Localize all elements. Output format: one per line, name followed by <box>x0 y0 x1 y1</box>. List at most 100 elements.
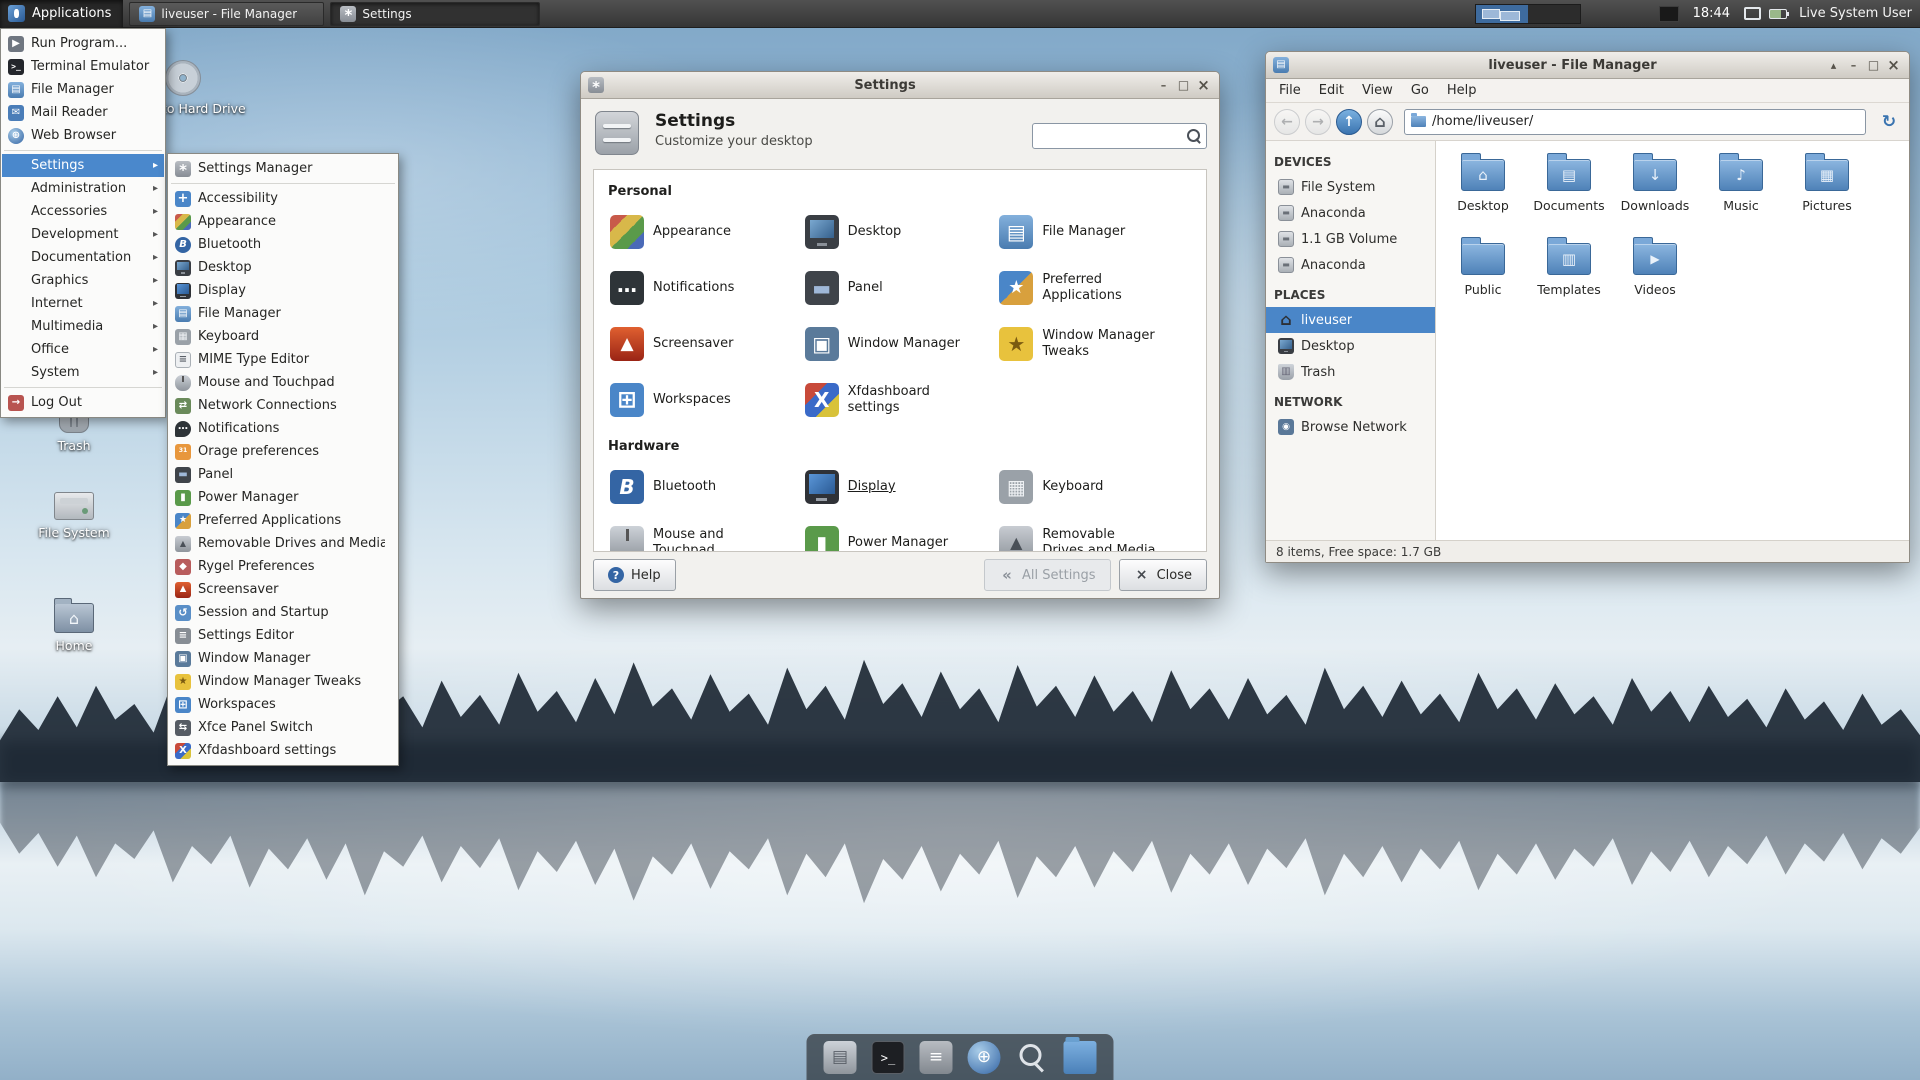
settings-submenu-item[interactable]: Workspaces <box>169 693 397 716</box>
folder-item[interactable]: Desktop <box>1441 153 1525 237</box>
applications-menu-item[interactable]: Terminal Emulator <box>2 55 164 78</box>
sidebar-item[interactable]: Anaconda <box>1266 200 1435 226</box>
applications-menu-item[interactable]: System ▸ <box>2 361 164 384</box>
help-button[interactable]: Help <box>593 559 676 591</box>
settings-submenu-item[interactable]: Rygel Preferences <box>169 555 397 578</box>
settings-submenu-item[interactable]: Screensaver <box>169 578 397 601</box>
applications-menu-item[interactable] <box>2 384 164 391</box>
settings-tile[interactable]: Desktop <box>803 209 998 255</box>
file-manager-titlebar[interactable]: liveuser - File Manager <box>1266 52 1909 79</box>
folder-item[interactable]: Downloads <box>1613 153 1697 237</box>
applications-menu-item[interactable]: Run Program... <box>2 32 164 55</box>
workspace-1[interactable] <box>1475 4 1528 23</box>
menu-bar-item[interactable]: View <box>1353 80 1402 101</box>
folder-item[interactable]: Public <box>1441 237 1525 321</box>
clock[interactable]: 18:44 <box>1693 6 1730 21</box>
applications-menu-item[interactable]: Office ▸ <box>2 338 164 361</box>
sidebar-item[interactable]: Anaconda <box>1266 252 1435 278</box>
applications-menu-item[interactable]: Internet ▸ <box>2 292 164 315</box>
desktop-icon-file-system[interactable]: File System <box>28 484 120 541</box>
settings-submenu-item[interactable]: Desktop <box>169 256 397 279</box>
settings-tile[interactable]: File Manager <box>997 209 1192 255</box>
applications-menu-item[interactable]: Graphics ▸ <box>2 269 164 292</box>
settings-window-titlebar[interactable]: Settings <box>581 72 1219 99</box>
settings-submenu-item[interactable]: File Manager <box>169 302 397 325</box>
sidebar-item[interactable]: liveuser <box>1266 307 1435 333</box>
taskbar-window-file-manager[interactable]: liveuser - File Manager <box>129 1 325 26</box>
folder-item[interactable]: Videos <box>1613 237 1697 321</box>
applications-menu-item[interactable] <box>2 147 164 154</box>
dock-launcher-terminal[interactable] <box>871 1041 905 1074</box>
menu-bar-item[interactable]: Go <box>1402 80 1438 101</box>
workspace-2[interactable] <box>1527 4 1580 23</box>
close-icon[interactable] <box>1885 57 1902 74</box>
tray-icon[interactable] <box>1658 5 1679 22</box>
forward-button[interactable] <box>1305 108 1331 135</box>
battery-status-icon[interactable] <box>1769 8 1790 19</box>
settings-submenu-item[interactable]: Window Manager Tweaks <box>169 670 397 693</box>
settings-tile[interactable]: Removable Drives and Media <box>997 520 1192 551</box>
dock-launcher-web-browser[interactable] <box>967 1041 1001 1074</box>
settings-tile[interactable]: Workspaces <box>608 377 803 423</box>
close-button[interactable]: Close <box>1118 559 1207 591</box>
sidebar-item[interactable]: 1.1 GB Volume <box>1266 226 1435 252</box>
display-status-icon[interactable] <box>1744 7 1762 20</box>
sidebar-item[interactable]: Browse Network <box>1266 414 1435 440</box>
applications-menu-item[interactable]: File Manager <box>2 78 164 101</box>
settings-tile[interactable]: Window Manager <box>803 321 998 367</box>
applications-menu-item[interactable]: Settings ▸ <box>2 154 164 177</box>
settings-submenu-item[interactable] <box>169 180 397 187</box>
maximize-icon[interactable] <box>1865 57 1882 74</box>
dock-launcher-app-finder[interactable] <box>1016 1041 1049 1074</box>
settings-tile[interactable]: Power Manager <box>803 520 998 551</box>
settings-submenu-item[interactable]: Accessibility <box>169 187 397 210</box>
settings-tile[interactable]: Bluetooth <box>608 464 803 510</box>
sidebar-item[interactable]: Trash <box>1266 359 1435 385</box>
minimize-icon[interactable] <box>1155 77 1172 94</box>
settings-submenu-item[interactable]: Display <box>169 279 397 302</box>
settings-submenu-item[interactable]: Window Manager <box>169 647 397 670</box>
folder-item[interactable]: Documents <box>1527 153 1611 237</box>
settings-submenu-item[interactable]: MIME Type Editor <box>169 348 397 371</box>
applications-menu-item[interactable]: Mail Reader <box>2 101 164 124</box>
applications-menu-button[interactable]: Applications <box>0 0 124 28</box>
settings-submenu-item[interactable]: Panel <box>169 463 397 486</box>
sidebar-item[interactable]: Desktop <box>1266 333 1435 359</box>
search-icon[interactable] <box>1186 128 1202 144</box>
maximize-icon[interactable] <box>1175 77 1192 94</box>
search-input[interactable] <box>1041 128 1186 144</box>
menu-bar-item[interactable]: Help <box>1438 80 1486 101</box>
settings-tile[interactable]: Xfdashboard settings <box>803 377 998 423</box>
settings-tile[interactable]: Window Manager Tweaks <box>997 321 1192 367</box>
applications-menu-item[interactable]: Log Out <box>2 391 164 414</box>
settings-submenu-item[interactable]: Network Connections <box>169 394 397 417</box>
settings-submenu-item[interactable]: Orage preferences <box>169 440 397 463</box>
settings-submenu-item[interactable]: Removable Drives and Media <box>169 532 397 555</box>
all-settings-button[interactable]: All Settings <box>984 559 1111 591</box>
settings-submenu-item[interactable]: Keyboard <box>169 325 397 348</box>
folder-item[interactable]: Music <box>1699 153 1783 237</box>
applications-menu-item[interactable]: Web Browser <box>2 124 164 147</box>
dock-launcher-text-editor[interactable] <box>919 1041 953 1074</box>
settings-submenu-item[interactable]: Xfce Panel Switch <box>169 716 397 739</box>
applications-menu-item[interactable]: Multimedia ▸ <box>2 315 164 338</box>
settings-tile[interactable]: Display <box>803 464 998 510</box>
taskbar-window-settings[interactable]: Settings <box>330 1 541 26</box>
settings-submenu-item[interactable]: Settings Manager <box>169 157 397 180</box>
applications-menu-item[interactable]: Administration ▸ <box>2 177 164 200</box>
settings-tile[interactable]: Mouse and Touchpad <box>608 520 803 551</box>
desktop-icon-home[interactable]: Home <box>36 596 112 654</box>
settings-submenu-item[interactable]: Preferred Applications <box>169 509 397 532</box>
up-button[interactable] <box>1336 108 1362 135</box>
settings-submenu-item[interactable]: Mouse and Touchpad <box>169 371 397 394</box>
settings-tile[interactable]: Notifications <box>608 265 803 311</box>
back-button[interactable] <box>1274 108 1300 135</box>
minimize-icon[interactable] <box>1845 57 1862 74</box>
path-input[interactable] <box>1432 114 1859 129</box>
settings-tile[interactable]: Panel <box>803 265 998 311</box>
menu-bar-item[interactable]: File <box>1270 80 1310 101</box>
close-icon[interactable] <box>1195 77 1212 94</box>
settings-submenu-item[interactable]: Bluetooth <box>169 233 397 256</box>
settings-tile[interactable]: Preferred Applications <box>997 265 1192 311</box>
home-button[interactable] <box>1367 108 1393 135</box>
